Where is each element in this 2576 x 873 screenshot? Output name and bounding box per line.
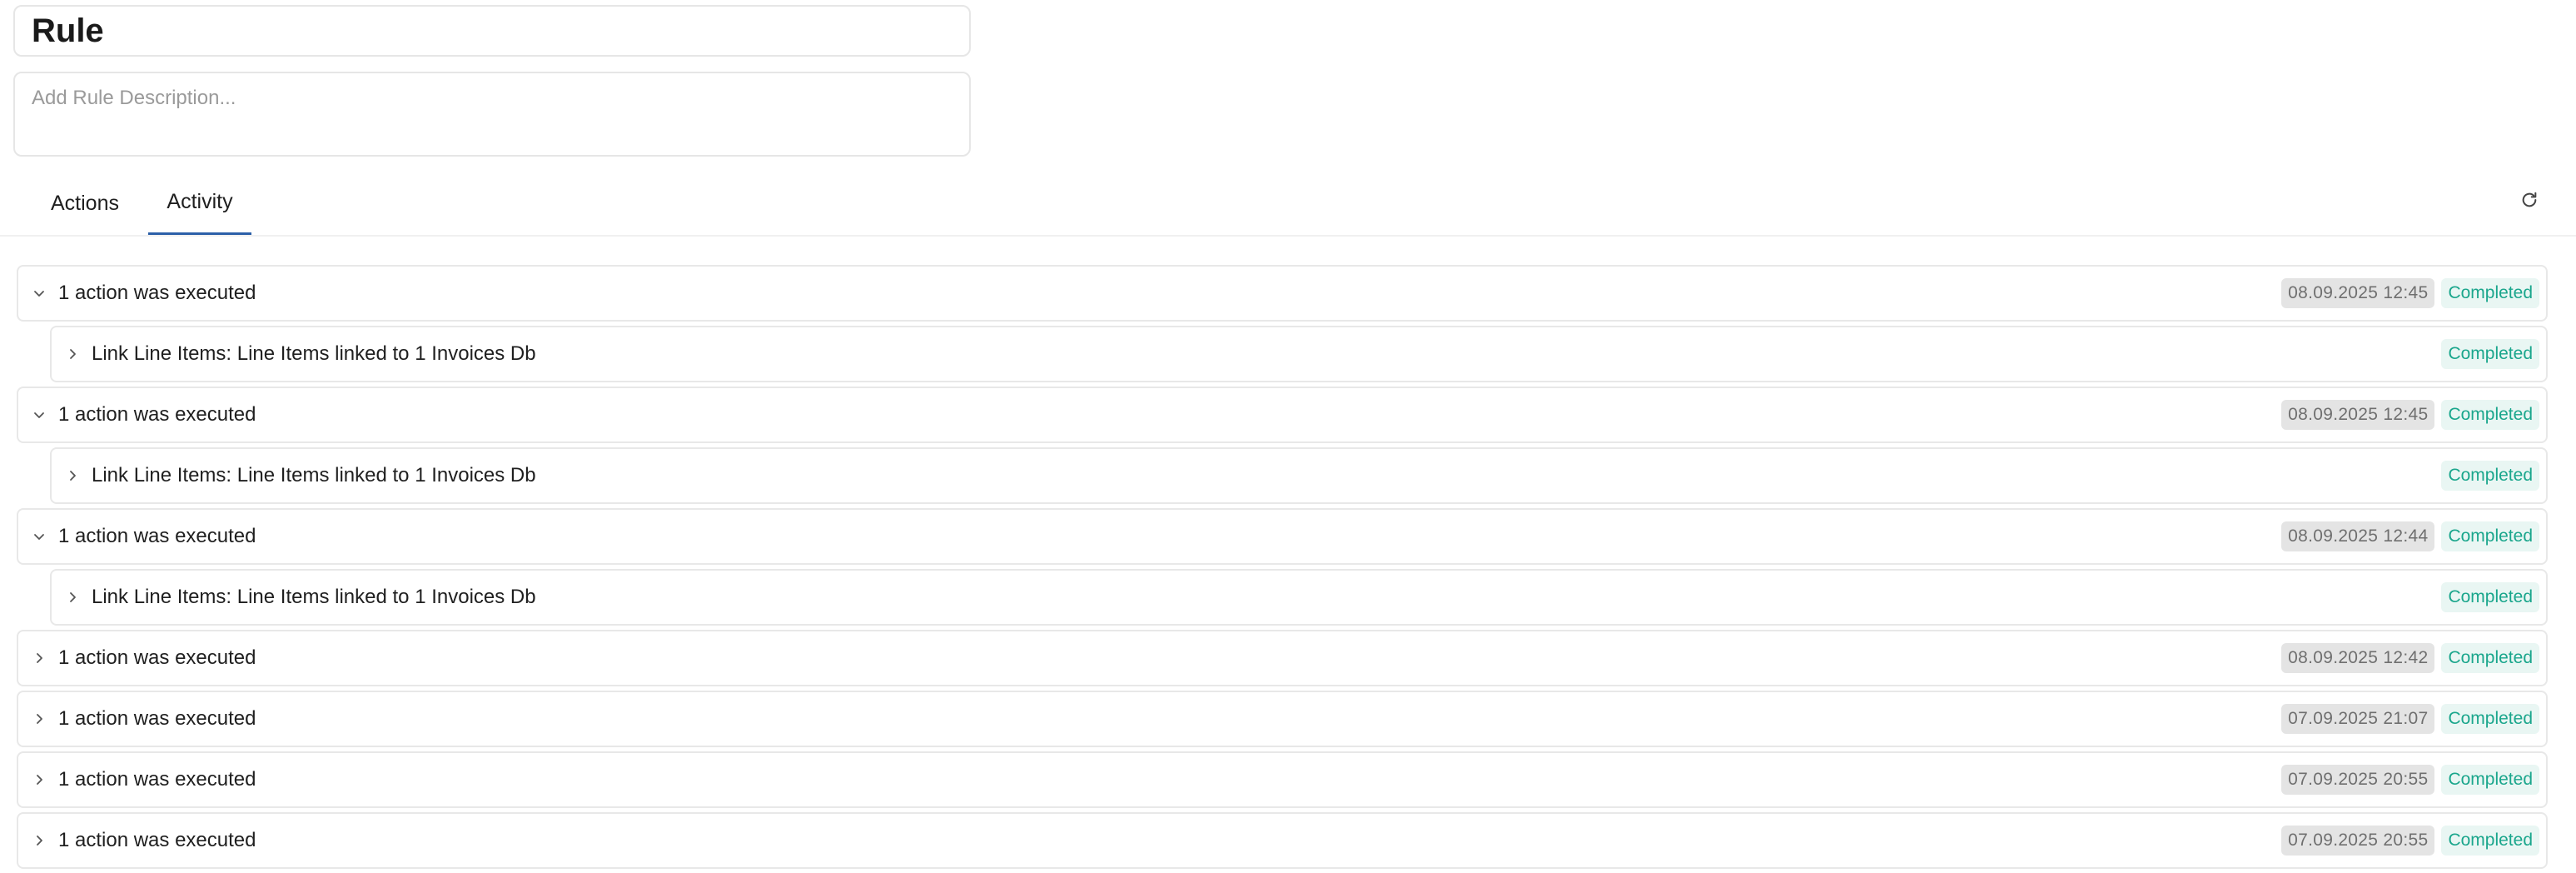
timestamp-badge: 07.09.2025 20:55 bbox=[2281, 826, 2435, 856]
timestamp-badge: 08.09.2025 12:45 bbox=[2281, 400, 2435, 430]
refresh-button[interactable] bbox=[2514, 187, 2544, 217]
tab-bar: Actions Activity bbox=[0, 172, 2576, 237]
activity-row[interactable]: 1 action was executed 07.09.2025 21:07 Com… bbox=[17, 691, 2548, 747]
chevron-right-icon[interactable] bbox=[32, 651, 47, 666]
activity-child-label: Link Line Items: Line Items linked to 1 … bbox=[92, 586, 536, 608]
status-badge: Completed bbox=[2441, 339, 2539, 369]
refresh-icon bbox=[2520, 191, 2539, 213]
tab-activity-label: Activity bbox=[167, 190, 233, 213]
chevron-right-icon[interactable] bbox=[65, 468, 80, 483]
status-badge: Completed bbox=[2441, 461, 2539, 491]
timestamp-badge: 08.09.2025 12:44 bbox=[2281, 521, 2435, 551]
activity-list: 1 action was executed 08.09.2025 12:45 Com… bbox=[17, 265, 2548, 873]
status-badge: Completed bbox=[2441, 400, 2539, 430]
chevron-right-icon[interactable] bbox=[32, 772, 47, 787]
chevron-down-icon[interactable] bbox=[32, 286, 47, 301]
tab-activity[interactable]: Activity bbox=[148, 172, 251, 235]
status-badge: Completed bbox=[2441, 582, 2539, 612]
activity-child-label: Link Line Items: Line Items linked to 1 … bbox=[92, 342, 536, 365]
activity-row[interactable]: 1 action was executed 07.09.2025 20:55 Com… bbox=[17, 751, 2548, 808]
rule-title-field[interactable]: Rule bbox=[13, 5, 971, 57]
rule-description-field[interactable] bbox=[13, 72, 971, 157]
tab-actions-label: Actions bbox=[51, 191, 119, 215]
rule-description-input[interactable] bbox=[32, 87, 952, 110]
activity-child-row[interactable]: Link Line Items: Line Items linked to 1 … bbox=[50, 326, 2548, 382]
activity-row[interactable]: 1 action was executed 08.09.2025 12:45 Com… bbox=[17, 387, 2548, 443]
chevron-down-icon[interactable] bbox=[32, 407, 47, 422]
rule-page: Rule Actions Activity 1 action was execu… bbox=[0, 0, 2576, 873]
tab-actions[interactable]: Actions bbox=[33, 172, 137, 235]
status-badge: Completed bbox=[2441, 643, 2539, 673]
activity-child-label: Link Line Items: Line Items linked to 1 … bbox=[92, 464, 536, 486]
status-badge: Completed bbox=[2441, 765, 2539, 795]
rule-title[interactable]: Rule bbox=[32, 12, 104, 50]
activity-row[interactable]: 1 action was executed 08.09.2025 12:42 Com… bbox=[17, 630, 2548, 686]
status-badge: Completed bbox=[2441, 521, 2539, 551]
status-badge: Completed bbox=[2441, 826, 2539, 856]
timestamp-badge: 07.09.2025 20:55 bbox=[2281, 765, 2435, 795]
activity-row-label: 1 action was executed bbox=[58, 768, 256, 791]
activity-row-label: 1 action was executed bbox=[58, 829, 256, 851]
activity-row-label: 1 action was executed bbox=[58, 282, 256, 304]
chevron-right-icon[interactable] bbox=[65, 590, 80, 605]
chevron-down-icon[interactable] bbox=[32, 529, 47, 544]
status-badge: Completed bbox=[2441, 704, 2539, 734]
status-badge: Completed bbox=[2441, 278, 2539, 308]
activity-row[interactable]: 1 action was executed 08.09.2025 12:45 Com… bbox=[17, 265, 2548, 322]
activity-row-label: 1 action was executed bbox=[58, 403, 256, 426]
chevron-right-icon[interactable] bbox=[32, 711, 47, 726]
timestamp-badge: 07.09.2025 21:07 bbox=[2281, 704, 2435, 734]
activity-row-label: 1 action was executed bbox=[58, 646, 256, 669]
chevron-right-icon[interactable] bbox=[32, 833, 47, 848]
activity-row[interactable]: 1 action was executed 08.09.2025 12:44 Com… bbox=[17, 508, 2548, 565]
activity-row-label: 1 action was executed bbox=[58, 707, 256, 730]
activity-row-label: 1 action was executed bbox=[58, 525, 256, 547]
activity-row[interactable]: 1 action was executed 07.09.2025 20:55 Com… bbox=[17, 812, 2548, 869]
timestamp-badge: 08.09.2025 12:42 bbox=[2281, 643, 2435, 673]
activity-child-row[interactable]: Link Line Items: Line Items linked to 1 … bbox=[50, 569, 2548, 626]
chevron-right-icon[interactable] bbox=[65, 347, 80, 362]
activity-child-row[interactable]: Link Line Items: Line Items linked to 1 … bbox=[50, 447, 2548, 504]
timestamp-badge: 08.09.2025 12:45 bbox=[2281, 278, 2435, 308]
